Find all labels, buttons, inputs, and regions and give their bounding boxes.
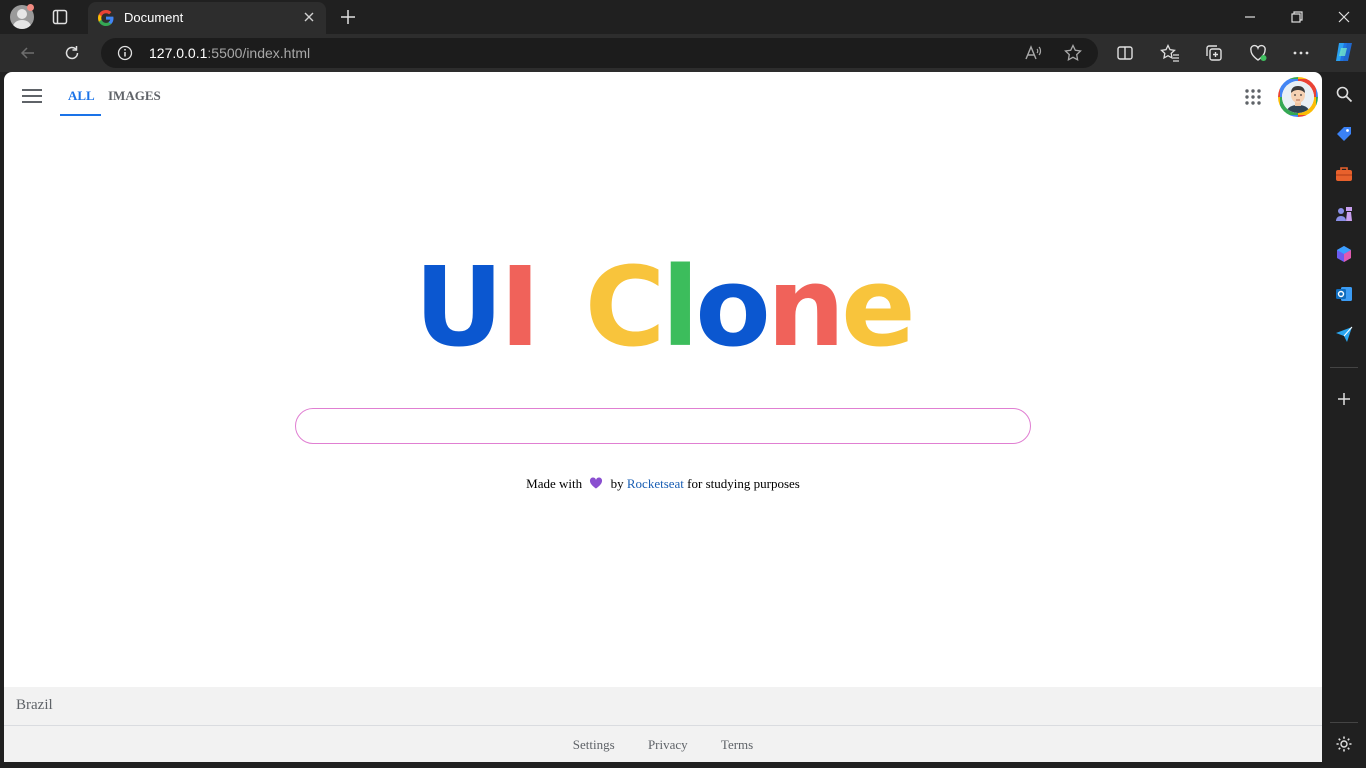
footer-terms-link[interactable]: Terms bbox=[721, 737, 753, 752]
search-box bbox=[295, 408, 1031, 444]
sidebar-divider-bottom bbox=[1330, 722, 1358, 723]
user-portrait-icon bbox=[1282, 81, 1314, 113]
favorites-icon[interactable] bbox=[1160, 43, 1180, 63]
logo-letter-u: U bbox=[414, 243, 503, 371]
browser-tab[interactable]: Document bbox=[88, 2, 326, 34]
credit-prefix: Made with bbox=[526, 476, 583, 491]
copilot-icon[interactable] bbox=[1332, 40, 1356, 64]
url-host: 127.0.0.1 bbox=[149, 45, 208, 61]
logo-space bbox=[537, 243, 585, 371]
outlook-icon[interactable] bbox=[1334, 284, 1354, 304]
footer-settings-link[interactable]: Settings bbox=[573, 737, 615, 752]
shopping-tag-icon[interactable] bbox=[1334, 124, 1354, 144]
google-favicon-icon bbox=[98, 10, 114, 26]
sidebar-settings-gear-icon[interactable] bbox=[1334, 734, 1354, 754]
ui-clone-logo: UI Clone bbox=[4, 252, 1322, 362]
back-icon[interactable] bbox=[18, 43, 38, 63]
tools-icon[interactable] bbox=[1334, 164, 1354, 184]
credit-line: Made with by Rocketseat for studying pur… bbox=[4, 476, 1322, 492]
split-screen-icon[interactable] bbox=[1115, 43, 1135, 63]
credit-by: by bbox=[610, 476, 624, 491]
apps-grid-icon[interactable] bbox=[1244, 88, 1262, 106]
footer-privacy-link[interactable]: Privacy bbox=[648, 737, 688, 752]
profile-notification-dot bbox=[27, 4, 34, 11]
browser-sidebar bbox=[1322, 72, 1366, 768]
logo-letter-c: C bbox=[584, 243, 666, 371]
rocketseat-link[interactable]: Rocketseat bbox=[627, 476, 684, 491]
tab-images[interactable]: IMAGES bbox=[108, 88, 161, 104]
url-path: :5500/index.html bbox=[207, 45, 311, 61]
browser-toolbar: 127.0.0.1:5500/index.html bbox=[0, 34, 1366, 72]
sidebar-divider bbox=[1330, 367, 1358, 368]
new-tab-icon[interactable] bbox=[338, 7, 358, 27]
logo-letter-n: n bbox=[766, 243, 845, 371]
page-footer: Brazil Settings Privacy Terms bbox=[4, 687, 1322, 762]
tab-title: Document bbox=[124, 10, 184, 25]
restore-icon[interactable] bbox=[1287, 7, 1307, 27]
user-avatar[interactable] bbox=[1278, 77, 1318, 117]
site-info-icon[interactable] bbox=[117, 45, 133, 61]
logo-letter-i: I bbox=[499, 243, 541, 371]
footer-links: Settings Privacy Terms bbox=[4, 737, 1322, 753]
close-window-icon[interactable] bbox=[1334, 7, 1354, 27]
logo-letter-e: e bbox=[841, 243, 916, 371]
credit-suffix: for studying purposes bbox=[687, 476, 800, 491]
tab-all[interactable]: ALL bbox=[68, 88, 95, 104]
collections-icon[interactable] bbox=[1204, 43, 1224, 63]
add-sidebar-app-icon[interactable] bbox=[1334, 389, 1354, 409]
more-options-icon[interactable] bbox=[1291, 43, 1311, 63]
url-text: 127.0.0.1:5500/index.html bbox=[149, 45, 310, 61]
search-icon[interactable] bbox=[1334, 84, 1354, 104]
microsoft-365-icon[interactable] bbox=[1334, 244, 1354, 264]
address-bar[interactable]: 127.0.0.1:5500/index.html bbox=[101, 38, 1098, 68]
drop-send-icon[interactable] bbox=[1334, 324, 1354, 344]
footer-country: Brazil bbox=[16, 697, 53, 713]
tab-actions-icon[interactable] bbox=[52, 9, 68, 25]
refresh-icon[interactable] bbox=[62, 43, 82, 63]
active-tab-indicator bbox=[60, 114, 101, 116]
minimize-icon[interactable] bbox=[1240, 7, 1260, 27]
browser-essentials-icon[interactable] bbox=[1248, 43, 1268, 63]
browser-tab-strip: Document bbox=[0, 0, 1366, 34]
search-input[interactable] bbox=[296, 409, 1030, 443]
logo-letter-l: l bbox=[661, 243, 700, 371]
favorite-star-icon[interactable] bbox=[1063, 43, 1083, 63]
close-tab-icon[interactable] bbox=[300, 8, 318, 26]
footer-divider bbox=[4, 725, 1322, 726]
games-icon[interactable] bbox=[1334, 204, 1354, 224]
read-aloud-icon[interactable] bbox=[1023, 43, 1043, 63]
logo-letter-o: o bbox=[695, 243, 771, 371]
page-viewport: ALL IMAGES UI Clone Made with by Rockets… bbox=[4, 72, 1322, 762]
hamburger-menu-icon[interactable] bbox=[22, 89, 42, 103]
purple-heart-icon bbox=[590, 477, 603, 489]
